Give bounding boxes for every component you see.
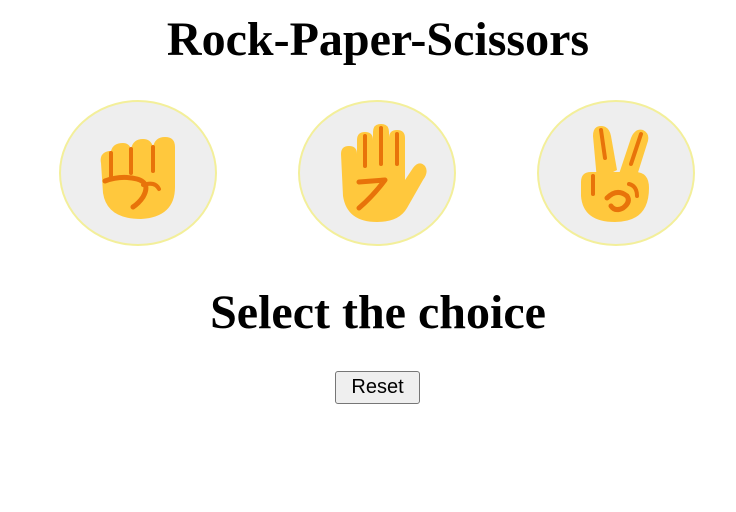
paper-choice-button[interactable] xyxy=(298,100,456,246)
raised-fist-icon xyxy=(100,137,175,219)
scissors-choice-button[interactable] xyxy=(537,100,695,246)
raised-hand-icon xyxy=(341,124,427,222)
victory-hand-icon xyxy=(581,126,649,222)
reset-button[interactable]: Reset xyxy=(335,371,420,404)
rock-choice-button[interactable] xyxy=(59,100,217,246)
choices-container xyxy=(0,0,736,260)
result-message: Select the choice xyxy=(210,286,546,339)
